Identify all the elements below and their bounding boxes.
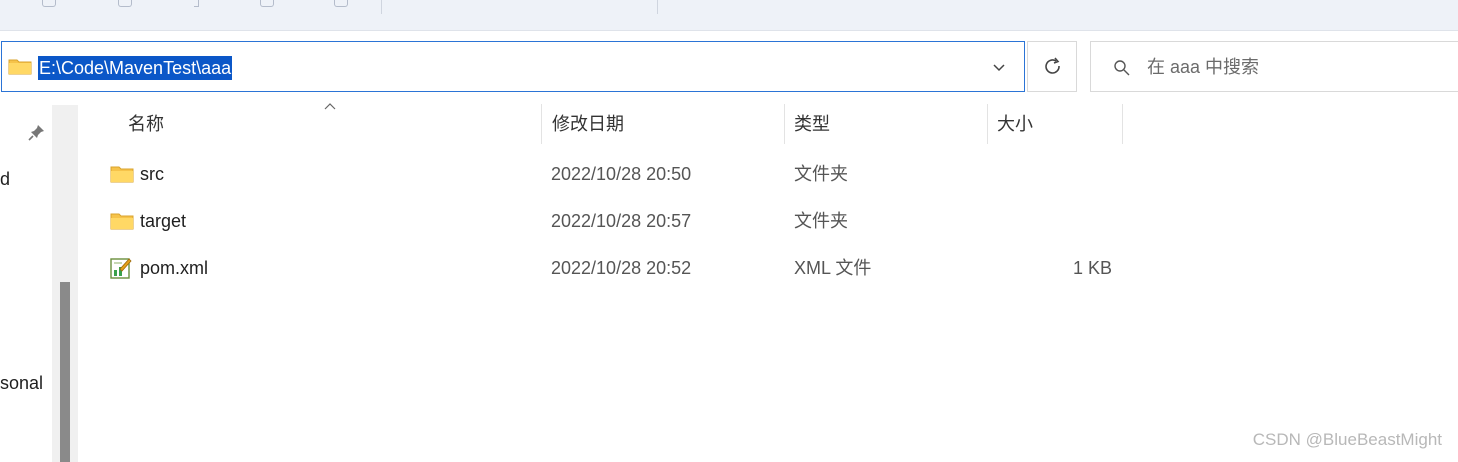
chevron-down-icon[interactable] xyxy=(992,60,1006,74)
column-header-modified[interactable]: 修改日期 xyxy=(552,104,624,144)
address-path[interactable]: E:\Code\MavenTest\aaa xyxy=(38,56,233,80)
column-header-name[interactable]: 名称 xyxy=(128,104,164,144)
search-icon xyxy=(1114,60,1130,76)
toolbar-divider xyxy=(657,0,658,14)
column-header-type[interactable]: 类型 xyxy=(794,104,830,144)
toolbar-divider xyxy=(381,0,382,14)
folder-icon xyxy=(110,166,134,183)
search-input[interactable] xyxy=(1147,54,1437,80)
sort-ascending-icon xyxy=(324,103,336,110)
column-divider[interactable] xyxy=(1122,104,1123,144)
column-divider[interactable] xyxy=(784,104,785,144)
file-type: 文件夹 xyxy=(794,164,848,184)
file-name[interactable]: src xyxy=(140,151,164,197)
column-divider[interactable] xyxy=(541,104,542,144)
file-row[interactable]: src 2022/10/28 20:50 文件夹 xyxy=(100,151,1130,197)
nav-scrollbar-thumb[interactable] xyxy=(60,282,70,462)
refresh-icon xyxy=(1045,57,1060,74)
file-row[interactable]: pom.xml 2022/10/28 20:52 XML 文件 1 KB xyxy=(100,245,1130,291)
refresh-button[interactable] xyxy=(1027,41,1077,92)
file-name[interactable]: target xyxy=(140,198,186,244)
copy-icon[interactable] xyxy=(118,0,132,7)
file-size: 1 KB xyxy=(1073,258,1113,278)
folder-icon xyxy=(110,213,134,230)
column-header-size[interactable]: 大小 xyxy=(997,104,1033,144)
nav-item-label[interactable]: sonal xyxy=(0,373,43,394)
file-type: XML 文件 xyxy=(794,258,872,278)
file-type: 文件夹 xyxy=(794,211,848,231)
ribbon-toolbar xyxy=(0,0,1458,31)
search-box[interactable] xyxy=(1090,41,1458,92)
file-name[interactable]: pom.xml xyxy=(140,245,208,291)
column-divider[interactable] xyxy=(987,104,988,144)
file-modified: 2022/10/28 20:57 xyxy=(551,211,692,231)
file-row[interactable]: target 2022/10/28 20:57 文件夹 xyxy=(100,198,1130,244)
delete-icon[interactable] xyxy=(334,0,348,7)
watermark: CSDN @BlueBeastMight xyxy=(1252,430,1442,449)
file-modified: 2022/10/28 20:52 xyxy=(551,258,692,278)
folder-icon xyxy=(8,59,32,75)
pin-icon[interactable] xyxy=(28,123,46,141)
file-modified: 2022/10/28 20:50 xyxy=(551,164,692,184)
cut-icon[interactable] xyxy=(42,0,56,7)
xml-file-icon xyxy=(110,258,132,279)
nav-item-label[interactable]: d xyxy=(0,169,10,190)
share-icon[interactable] xyxy=(260,0,274,7)
rename-icon[interactable] xyxy=(194,0,199,7)
address-bar[interactable]: E:\Code\MavenTest\aaa xyxy=(1,41,1025,92)
